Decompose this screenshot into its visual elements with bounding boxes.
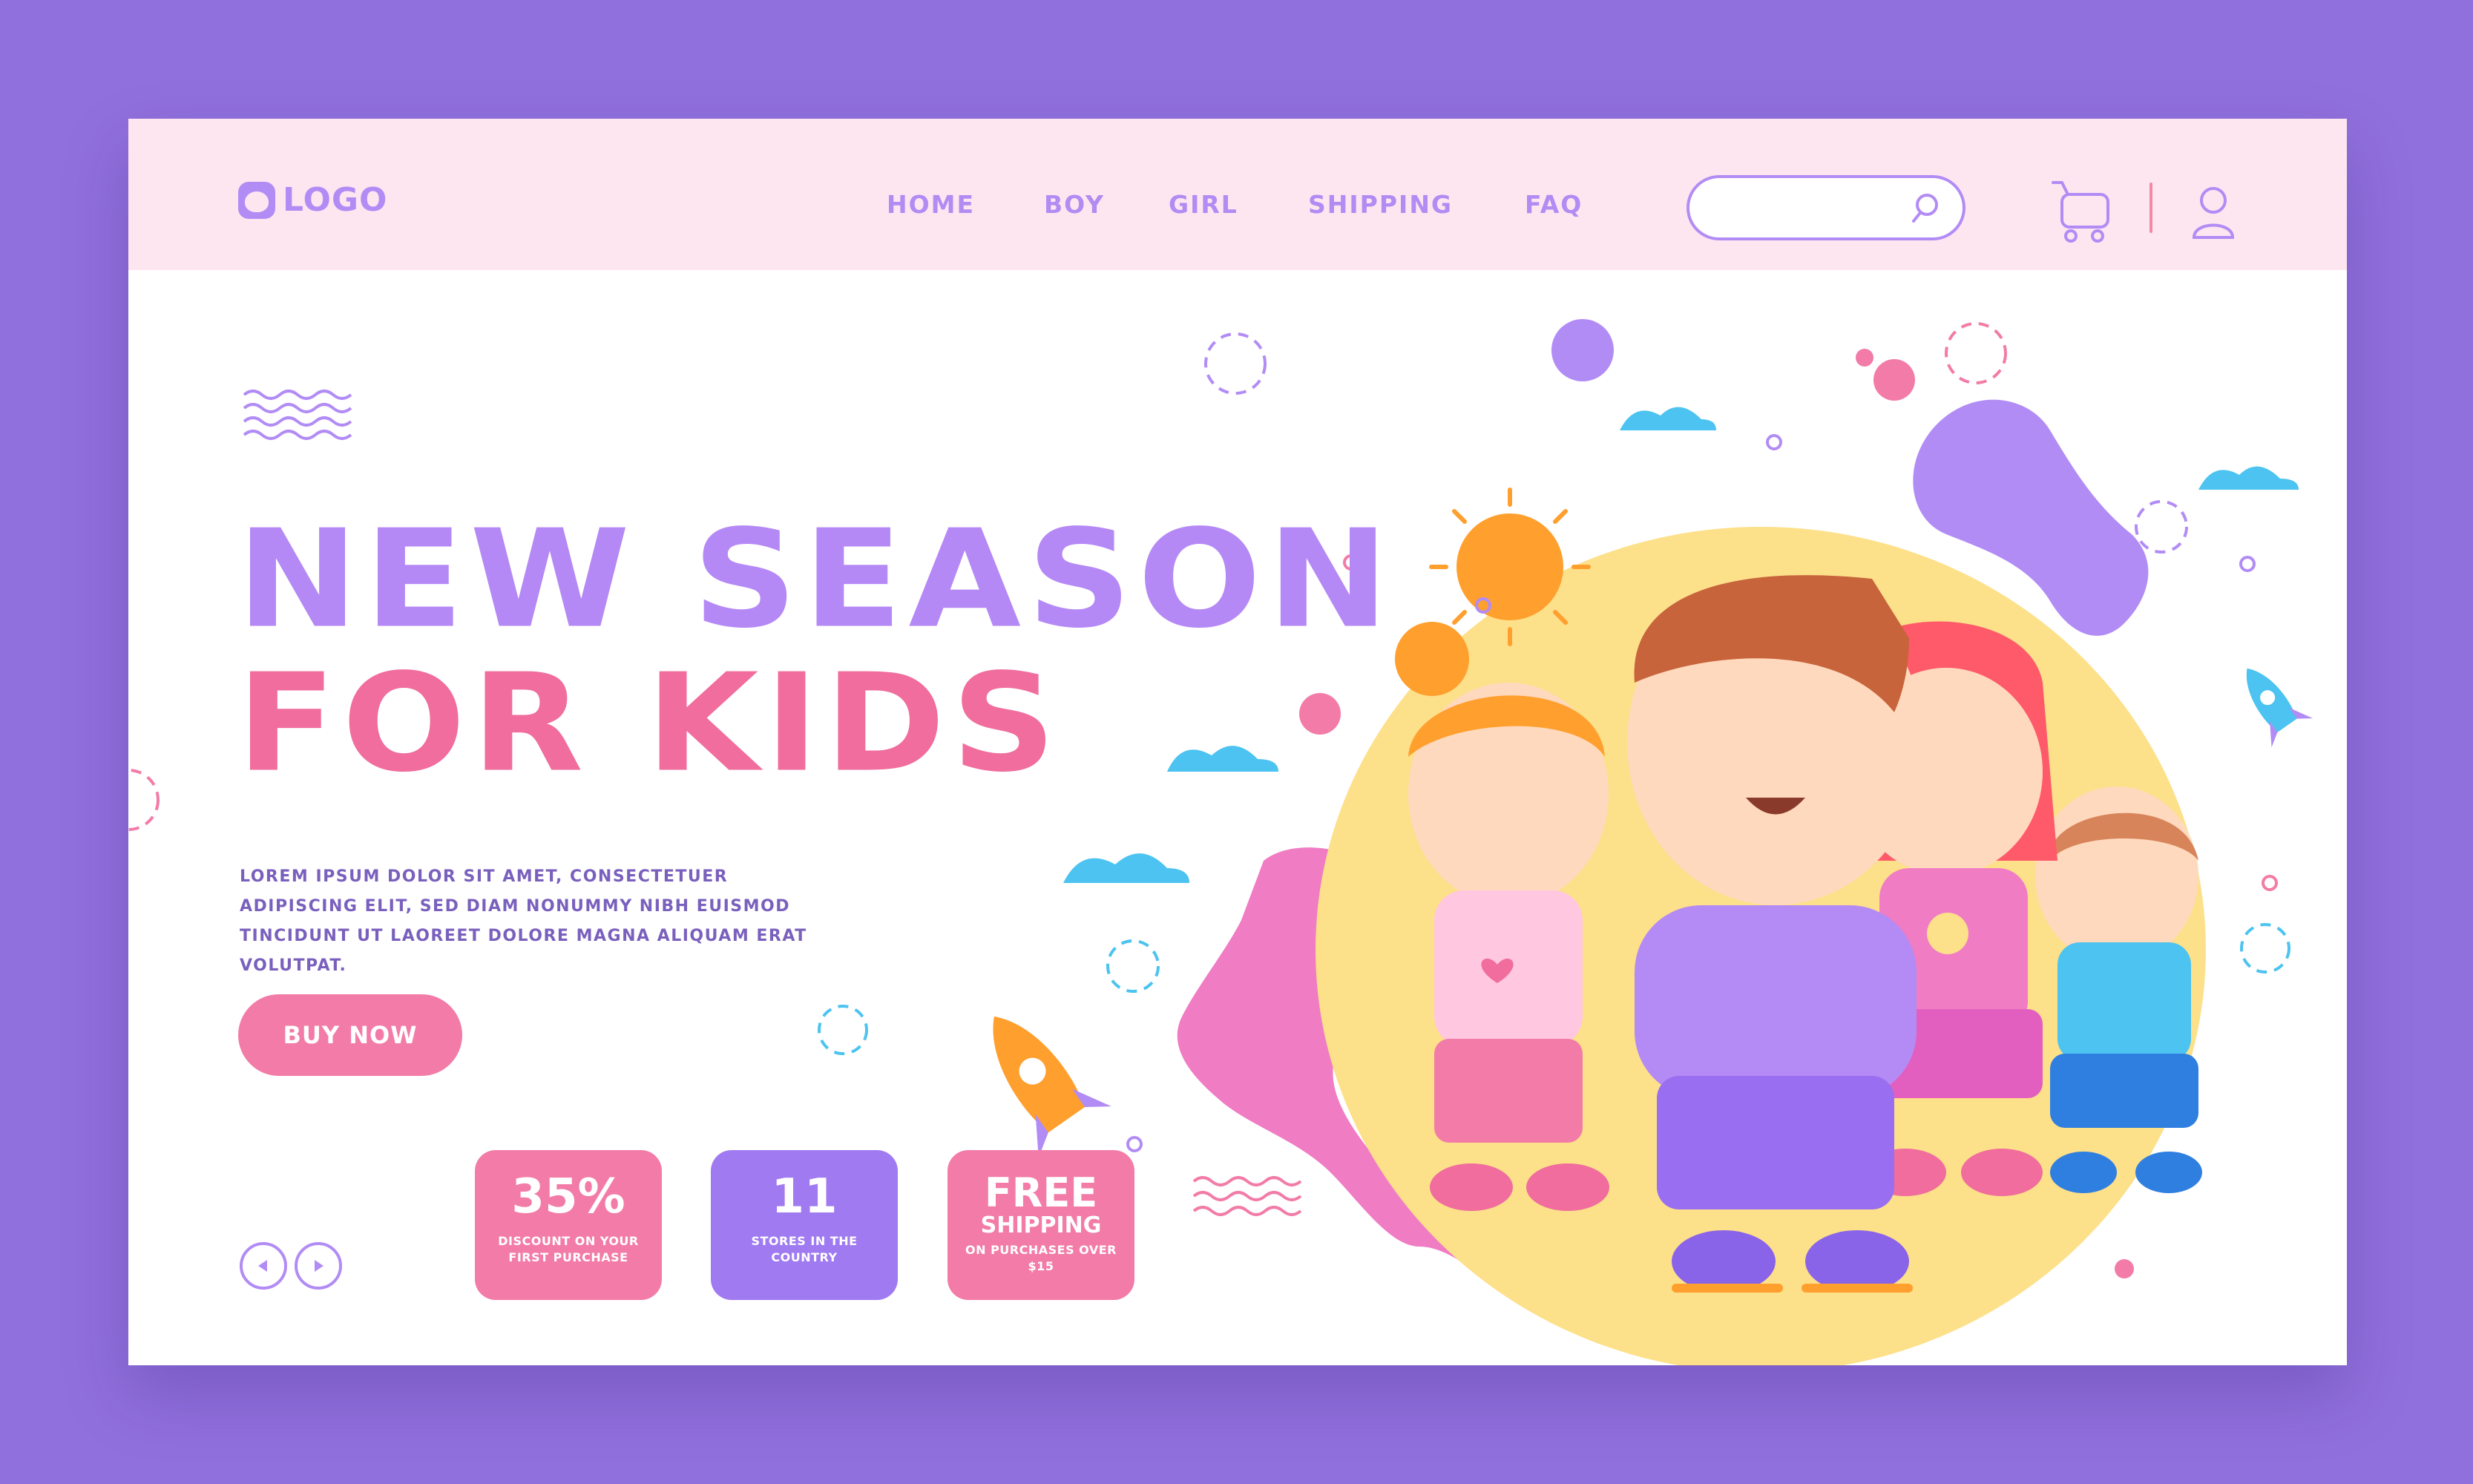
site-header: LOGO HOME BOY GIRL SHIPPING FAQ — [128, 119, 2347, 270]
yellow-backdrop — [1316, 527, 2206, 1365]
stat-value-secondary: SHIPPING — [980, 1212, 1102, 1238]
stat-value: FREE — [984, 1169, 1098, 1216]
nav-home[interactable]: HOME — [887, 190, 975, 219]
hero-description: LOREM IPSUM DOLOR SIT AMET, CONSECTETUER… — [240, 867, 807, 975]
cart-icon[interactable] — [2050, 178, 2114, 245]
stat-caption: DISCOUNT ON YOUR FIRST PURCHASE — [498, 1234, 639, 1264]
buy-now-button[interactable]: BUY NOW — [238, 994, 462, 1076]
logo-icon — [238, 181, 275, 219]
nav-shipping[interactable]: SHIPPING — [1308, 190, 1453, 219]
headline-line-2: FOR KIDS — [237, 645, 1063, 803]
pink-splash — [1177, 847, 1641, 1311]
stat-card-discount: 35% DISCOUNT ON YOUR FIRST PURCHASE — [475, 1150, 662, 1300]
wave-lines — [243, 390, 352, 440]
rocket-left — [993, 1016, 1112, 1158]
kid-girl-right — [1820, 621, 2057, 1196]
hero-headline: NEW SEASON FOR KIDS — [237, 512, 1395, 801]
search-icon[interactable] — [1912, 191, 1945, 224]
purple-splash — [1913, 399, 2149, 636]
sun-decoration — [1429, 487, 1591, 646]
stat-card-shipping: FREE SHIPPING ON PURCHASES OVER $15 — [948, 1150, 1134, 1300]
stat-value: 11 — [771, 1169, 838, 1224]
nav-girl[interactable]: GIRL — [1169, 190, 1238, 219]
arrow-left-icon — [258, 1260, 267, 1272]
kid-boy-center — [1627, 575, 1924, 1293]
nav-boy[interactable]: BOY — [1044, 190, 1105, 219]
arrow-right-icon — [315, 1260, 324, 1272]
nav-faq[interactable]: FAQ — [1525, 190, 1583, 219]
stat-value: 35% — [511, 1169, 625, 1224]
rocket-right — [2246, 668, 2313, 748]
user-icon[interactable] — [2191, 186, 2236, 239]
search-bar — [1687, 175, 1965, 240]
stat-caption: STORES IN THE COUNTRY — [751, 1234, 858, 1264]
landing-page: LOGO HOME BOY GIRL SHIPPING FAQ NEW SEAS… — [128, 119, 2347, 1365]
prev-slide-button[interactable] — [240, 1242, 287, 1290]
header-divider — [2149, 183, 2152, 233]
slider-controls — [240, 1242, 342, 1290]
wave-lines-pink — [1192, 1176, 1302, 1216]
kid-boy-right — [2035, 787, 2202, 1193]
logo[interactable]: LOGO — [238, 181, 387, 219]
stat-card-stores: 11 STORES IN THE COUNTRY — [711, 1150, 898, 1300]
kid-girl-left — [1395, 622, 1609, 1211]
headline-line-1: NEW SEASON — [237, 501, 1395, 659]
logo-text: LOGO — [283, 181, 388, 219]
search-input[interactable] — [1709, 178, 1924, 237]
next-slide-button[interactable] — [295, 1242, 342, 1290]
stat-caption: ON PURCHASES OVER $15 — [965, 1243, 1117, 1273]
